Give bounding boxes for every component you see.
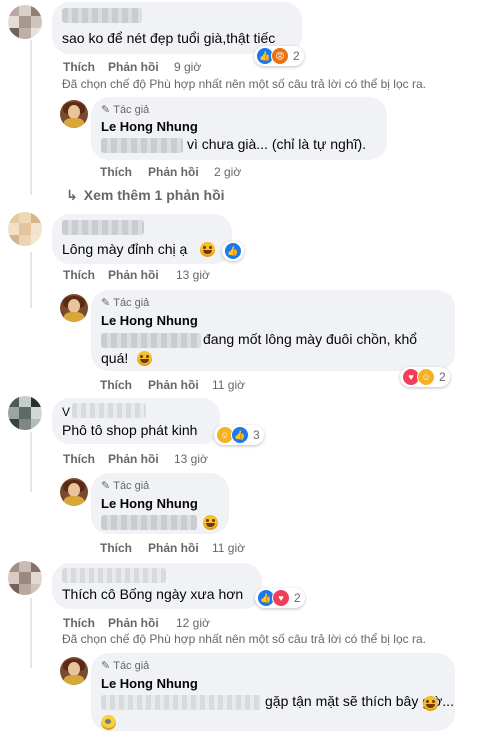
angry-reaction-icon: 😡 [271, 47, 289, 65]
author-tag: ✎ Tác giả [101, 480, 150, 492]
thread-line [30, 40, 32, 195]
reply-time[interactable]: 11 giờ [212, 378, 245, 392]
like-button[interactable]: Thích [100, 541, 132, 555]
author-tag: ✎ Tác giả [101, 660, 150, 672]
reply-button[interactable]: Phản hồi [108, 616, 159, 630]
reply-text-blurred [101, 695, 261, 710]
commenter-name-blurred[interactable] [62, 8, 142, 23]
comment-time[interactable]: 9 giờ [174, 60, 201, 74]
mentioned-name-blurred[interactable] [101, 333, 201, 348]
reaction-summary[interactable]: ♥ ☺ 2 [400, 367, 450, 387]
comment-time[interactable]: 12 giờ [176, 616, 210, 630]
love-reaction-icon: ♥ [272, 589, 290, 607]
commenter-avatar[interactable] [8, 396, 42, 430]
like-button[interactable]: Thích [63, 452, 95, 466]
filter-note: Đã chọn chế độ Phù hợp nhất nên một số c… [62, 632, 426, 646]
commenter-avatar[interactable] [8, 212, 42, 246]
reply-button[interactable]: Phản hồi [108, 452, 159, 466]
thread-line [30, 598, 32, 668]
reply-arrow-icon: ↳ [66, 187, 78, 203]
reply-button[interactable]: Phản hồi [148, 541, 199, 555]
reply-bubble: ✎ Tác giả Le Hong Nhung [91, 473, 229, 534]
author-name[interactable]: Le Hong Nhung [101, 119, 198, 134]
comment-text: Lông mày đỉnh chị ạ [62, 241, 188, 257]
commenter-avatar[interactable] [8, 561, 42, 595]
reaction-count: 2 [293, 49, 300, 63]
author-name[interactable]: Le Hong Nhung [101, 676, 198, 691]
comment-bubble: V Phô tô shop phát kinh [52, 398, 220, 444]
haha-reaction-icon: ☺ [417, 368, 435, 386]
like-button[interactable]: Thích [100, 165, 132, 179]
laughing-emoji [137, 351, 152, 366]
author-name[interactable]: Le Hong Nhung [101, 313, 198, 328]
like-button[interactable]: Thích [100, 378, 132, 392]
reply-bubble: ✎ Tác giả Le Hong Nhung vì chưa già... (c… [91, 97, 387, 160]
commenter-name-blurred[interactable] [62, 220, 144, 235]
pencil-icon: ✎ [101, 660, 111, 672]
like-reaction-icon: 👍 [231, 426, 249, 444]
reply-button[interactable]: Phản hồi [148, 378, 199, 392]
comment-bubble: Lông mày đỉnh chị ạ [52, 214, 232, 264]
author-avatar[interactable] [60, 478, 88, 506]
author-avatar[interactable] [60, 294, 88, 322]
commenter-name-initial[interactable]: V [62, 405, 70, 419]
author-avatar[interactable] [60, 100, 88, 128]
mentioned-name-blurred[interactable] [101, 138, 183, 153]
author-tag: ✎ Tác giả [101, 297, 150, 309]
reply-button[interactable]: Phản hồi [108, 60, 159, 74]
commenter-name-blurred[interactable] [72, 403, 146, 418]
like-reaction-icon: 👍 [224, 242, 242, 260]
reaction-count: 2 [294, 591, 301, 605]
tongue-emoji [423, 696, 438, 711]
view-more-replies-button[interactable]: ↳ Xem thêm 1 phản hồi [66, 187, 225, 204]
reaction-count: 2 [439, 370, 446, 384]
reaction-count: 3 [253, 428, 260, 442]
comment-text: Thích cô Bống ngày xưa hơn [62, 586, 244, 602]
reaction-summary[interactable]: 👍 ♥ 2 [255, 588, 305, 608]
laughing-emoji [203, 515, 218, 530]
reply-text-blurred [101, 515, 197, 530]
comment-bubble: Thích cô Bống ngày xưa hơn [52, 563, 262, 609]
reaction-summary[interactable]: 👍 😡 2 [254, 46, 304, 66]
like-button[interactable]: Thích [63, 268, 95, 282]
comment-text: sao ko để nét đẹp tuổi già,thật tiếc [62, 30, 276, 46]
reply-text-line-2: quá! [101, 350, 129, 366]
pencil-icon: ✎ [101, 104, 111, 116]
like-button[interactable]: Thích [63, 616, 95, 630]
pencil-icon: ✎ [101, 297, 111, 309]
smile-emoji [200, 242, 215, 257]
author-name[interactable]: Le Hong Nhung [101, 496, 198, 511]
reaction-summary[interactable]: ☺ 👍 3 [214, 425, 264, 445]
author-avatar[interactable] [60, 657, 88, 685]
minion-emoji [101, 715, 116, 730]
reply-bubble: ✎ Tác giả Le Hong Nhung đang mốt lông mày… [91, 290, 455, 371]
pencil-icon: ✎ [101, 480, 111, 492]
reply-time[interactable]: 2 giờ [214, 165, 241, 179]
thread-line [30, 432, 32, 492]
thread-line [30, 252, 32, 308]
filter-note: Đã chọn chế độ Phù hợp nhất nên một số c… [62, 77, 426, 91]
comment-text: Phô tô shop phát kinh [62, 422, 198, 438]
reply-bubble: ✎ Tác giả Le Hong Nhung gặp tận mặt sẽ th… [91, 653, 455, 731]
reply-time[interactable]: 11 giờ [212, 541, 245, 555]
commenter-name-blurred[interactable] [62, 568, 166, 583]
reply-text: vì chưa già... (chỉ là tự nghĩ). [187, 136, 367, 152]
reaction-summary[interactable]: 👍 [222, 241, 244, 261]
reply-button[interactable]: Phản hồi [108, 268, 159, 282]
comment-time[interactable]: 13 giờ [174, 452, 208, 466]
comment-time[interactable]: 13 giờ [176, 268, 210, 282]
author-tag: ✎ Tác giả [101, 104, 150, 116]
commenter-avatar[interactable] [8, 5, 42, 39]
like-button[interactable]: Thích [63, 60, 95, 74]
reply-button[interactable]: Phản hồi [148, 165, 199, 179]
reply-text-line-1: đang mốt lông mày đuôi chồn, khổ [203, 331, 418, 347]
